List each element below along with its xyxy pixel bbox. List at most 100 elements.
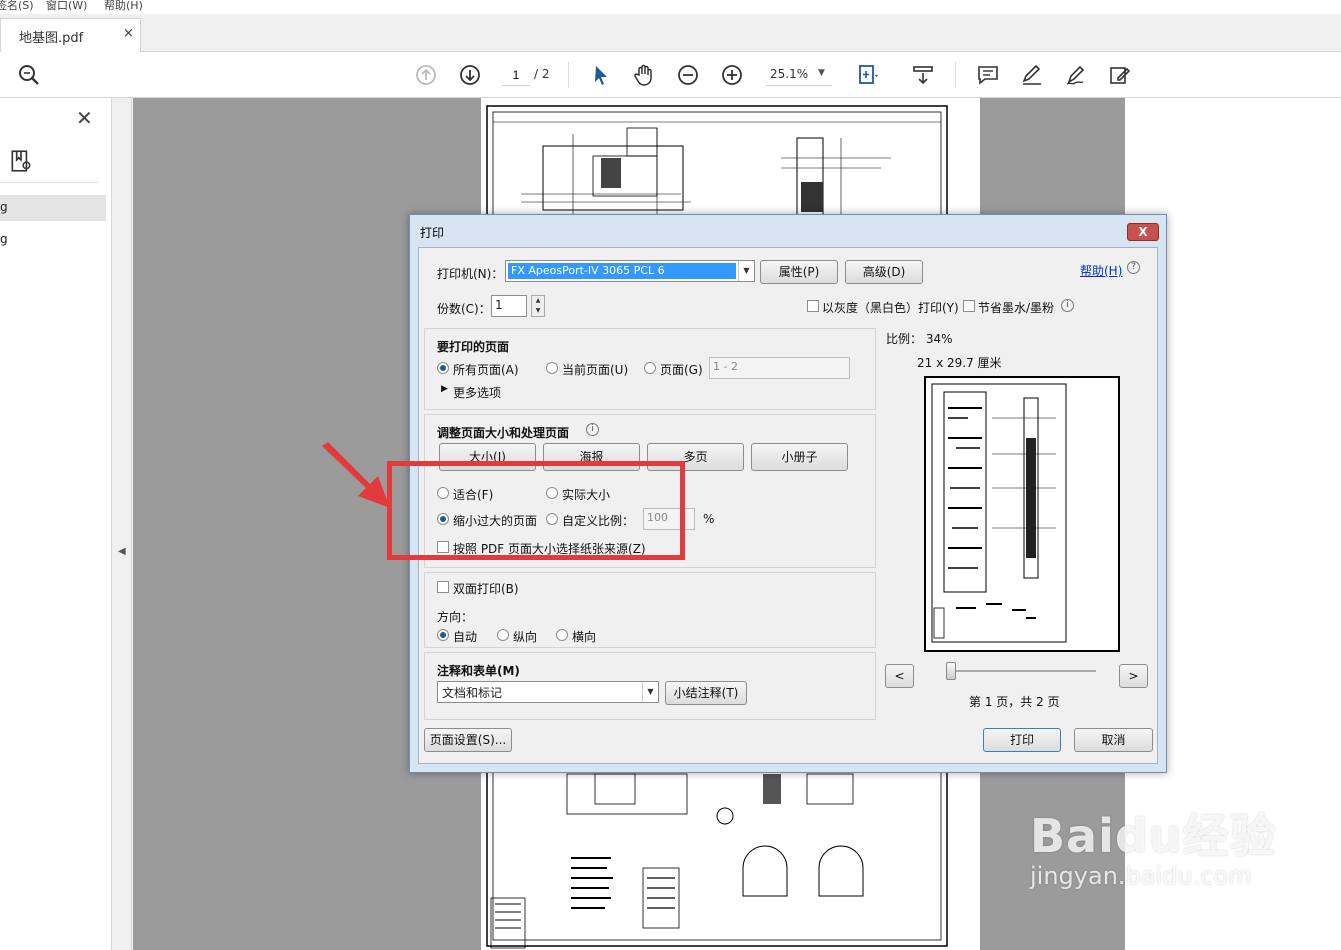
- advanced-button[interactable]: 高级(D): [845, 260, 923, 284]
- orientation-portrait-label: 纵向: [513, 630, 538, 644]
- zoom-in-icon[interactable]: [719, 62, 745, 88]
- current-page-radio[interactable]: [546, 362, 558, 374]
- orientation-landscape-label: 横向: [572, 630, 597, 644]
- copies-stepper[interactable]: ▲ ▼: [531, 295, 545, 317]
- page-range-input[interactable]: 1 - 2: [709, 357, 850, 379]
- baidu-watermark: Baidu经验 jingyan.baidu.com: [1030, 800, 1277, 890]
- preview-scale: 比例： 34%: [886, 332, 953, 346]
- printer-label: 打印机(N)：: [437, 267, 504, 281]
- dialog-close-button[interactable]: X: [1127, 223, 1159, 241]
- grayscale-label: 以灰度（黑白色）打印(Y): [822, 301, 959, 315]
- tab-close-icon[interactable]: ×: [123, 26, 134, 41]
- save-ink-label: 节省墨水/墨粉: [978, 301, 1055, 315]
- orientation-group: 双面打印(B) 方向： 自动 纵向 横向: [424, 572, 876, 648]
- toolbar-divider: [568, 62, 569, 88]
- chevron-down-icon[interactable]: ▼: [818, 68, 825, 78]
- orientation-auto-label: 自动: [453, 630, 478, 644]
- preview-page-info: 第 1 页，共 2 页: [969, 695, 1060, 709]
- tab-strip: 地基图.pdf ×: [0, 14, 1341, 53]
- preview-slider-track[interactable]: [946, 670, 1096, 672]
- red-arrow-annotation: [322, 442, 390, 508]
- pane-collapse-strip[interactable]: ◀: [112, 98, 132, 950]
- page-range-radio[interactable]: [644, 362, 656, 374]
- fill-sign-icon[interactable]: [1107, 62, 1133, 88]
- preview-paper-size: 21 x 29.7 厘米: [917, 356, 1002, 370]
- sign-icon[interactable]: [1063, 62, 1089, 88]
- bookmark-item[interactable]: g: [0, 227, 106, 253]
- comments-select-value: 文档和标记: [442, 686, 503, 700]
- sizing-section-title: 调整页面大小和处理页面: [437, 426, 570, 440]
- menu-bar: 签名(S) 窗口(W) 帮助(H): [0, 0, 1341, 14]
- bookmark-icon[interactable]: [8, 148, 34, 177]
- save-ink-checkbox[interactable]: [963, 300, 975, 312]
- fit-page-icon[interactable]: [855, 62, 881, 88]
- hand-icon[interactable]: [631, 62, 657, 88]
- chevron-down-icon: ▼: [642, 682, 658, 702]
- grayscale-checkbox[interactable]: [807, 300, 819, 312]
- pages-group: 要打印的页面 所有页面(A) 当前页面(U) 页面(G) 1 - 2 ▶ 更多选…: [424, 328, 876, 410]
- all-pages-radio[interactable]: [437, 362, 449, 374]
- red-highlight-box: [387, 461, 685, 560]
- percent-label: %: [703, 512, 715, 526]
- page-total: / 2: [534, 67, 550, 81]
- comment-icon[interactable]: [975, 62, 1001, 88]
- search-icon[interactable]: [16, 62, 42, 88]
- help-icon[interactable]: ?: [1127, 261, 1140, 274]
- page-range-label: 页面(G): [660, 363, 703, 377]
- document-tab[interactable]: 地基图.pdf ×: [0, 18, 141, 53]
- orientation-auto-radio[interactable]: [437, 629, 449, 641]
- zoom-out-icon[interactable]: [675, 62, 701, 88]
- toolbar-divider: [955, 62, 956, 88]
- cancel-button[interactable]: 取消: [1074, 728, 1153, 752]
- copies-input[interactable]: 1: [491, 295, 527, 317]
- pages-section-title: 要打印的页面: [437, 340, 510, 354]
- duplex-label: 双面打印(B): [453, 582, 519, 596]
- duplex-checkbox[interactable]: [437, 581, 449, 593]
- print-button[interactable]: 打印: [983, 728, 1061, 752]
- current-page-label: 当前页面(U): [562, 363, 629, 377]
- tab-title: 地基图.pdf: [19, 31, 84, 46]
- print-preview: [924, 376, 1120, 652]
- preview-slider-thumb[interactable]: [946, 662, 956, 680]
- properties-button[interactable]: 属性(P): [760, 260, 838, 284]
- menu-item-sign[interactable]: 签名(S): [0, 0, 34, 13]
- close-icon[interactable]: ✕: [76, 106, 93, 130]
- help-link[interactable]: 帮助(H): [1080, 262, 1122, 279]
- collapse-arrow-icon[interactable]: ◀: [118, 546, 126, 557]
- comments-group: 注释和表单(M) 文档和标记 ▼ 小结注释(T): [424, 652, 876, 720]
- info-icon[interactable]: i: [1061, 299, 1074, 312]
- page-down-icon[interactable]: [457, 62, 483, 88]
- page-up-icon[interactable]: [413, 62, 439, 88]
- all-pages-label: 所有页面(A): [453, 363, 519, 377]
- summarize-comments-button[interactable]: 小结注释(T): [665, 681, 747, 705]
- preview-next-button[interactable]: >: [1119, 664, 1148, 688]
- watermark-logo: Baidu经验: [1030, 809, 1277, 863]
- comments-section-title: 注释和表单(M): [437, 664, 520, 678]
- highlight-icon[interactable]: [1019, 62, 1045, 88]
- panel-divider: [0, 182, 98, 183]
- booklet-button[interactable]: 小册子: [751, 443, 848, 471]
- navigation-pane: ✕ g g: [0, 98, 112, 950]
- copies-label: 份数(C)：: [437, 302, 491, 316]
- bookmark-item[interactable]: g: [0, 195, 106, 221]
- main-toolbar: / 2 25.1% ▼: [0, 52, 1341, 98]
- chevron-down-icon: ▼: [738, 261, 754, 281]
- page-number-input[interactable]: [502, 64, 530, 86]
- more-options-label[interactable]: 更多选项: [453, 384, 501, 401]
- menu-item-window[interactable]: 窗口(W): [46, 0, 87, 13]
- menu-item-help[interactable]: 帮助(H): [104, 0, 143, 13]
- comments-select[interactable]: 文档和标记 ▼: [437, 681, 659, 703]
- watermark-url: jingyan.baidu.com: [1030, 862, 1252, 890]
- printer-select[interactable]: FX ApeosPort-IV 3065 PCL 6 ▼: [505, 260, 755, 282]
- info-icon[interactable]: i: [586, 423, 599, 436]
- preview-prev-button[interactable]: <: [885, 664, 914, 688]
- orientation-landscape-radio[interactable]: [556, 629, 568, 641]
- expand-triangle-icon[interactable]: ▶: [441, 384, 448, 394]
- preview-thumbnail: [931, 383, 1067, 643]
- page-setup-button[interactable]: 页面设置(S)...: [424, 728, 512, 752]
- orientation-portrait-radio[interactable]: [497, 629, 509, 641]
- dialog-title: 打印: [420, 226, 445, 240]
- printer-value: FX ApeosPort-IV 3065 PCL 6: [508, 263, 736, 279]
- scroll-mode-icon[interactable]: [910, 62, 936, 88]
- select-cursor-icon[interactable]: [588, 62, 614, 88]
